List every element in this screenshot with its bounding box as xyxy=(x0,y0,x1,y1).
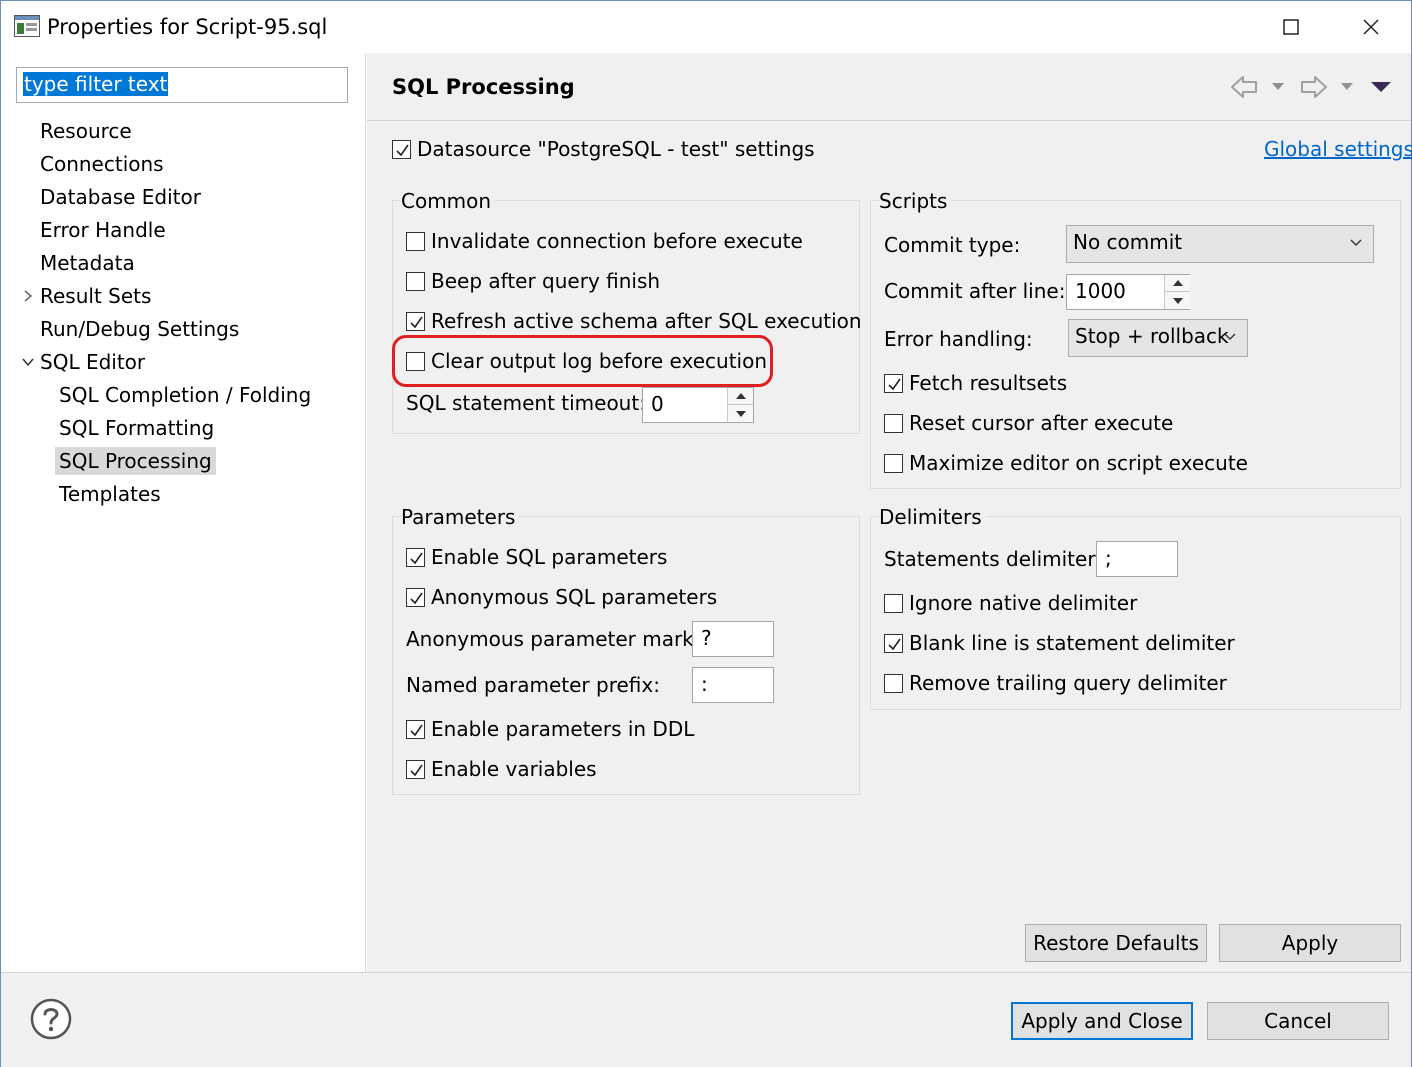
global-settings-link[interactable]: Global settings xyxy=(1264,137,1412,161)
enable-sql-params-checkbox[interactable] xyxy=(406,548,425,567)
stmt-delimiter-input[interactable]: ; xyxy=(1096,541,1178,577)
commit-after-label: Commit after line: xyxy=(884,279,1066,303)
close-icon xyxy=(1363,19,1379,35)
chevron-down-icon xyxy=(1349,232,1363,257)
preferences-tree-pane: type filter text Resource Connections Da… xyxy=(1,53,366,972)
close-button[interactable] xyxy=(1331,1,1411,53)
page-header: SQL Processing xyxy=(367,53,1411,121)
delimiters-group-title: Delimiters xyxy=(879,505,986,529)
maximize-icon xyxy=(1283,19,1299,35)
datasource-settings-checkbox[interactable] xyxy=(392,140,411,159)
preference-page: SQL Processing Datasource "PostgreSQL - … xyxy=(367,53,1412,972)
tree-item-templates[interactable]: Templates xyxy=(59,478,161,510)
clear-log-checkbox[interactable] xyxy=(406,352,425,371)
remove-trailing-delimiter-checkbox[interactable] xyxy=(884,674,903,693)
filter-text: type filter text xyxy=(23,72,169,96)
stmt-delimiter-label: Statements delimiter: xyxy=(884,547,1102,571)
properties-dialog: Properties for Script-95.sql type filter… xyxy=(0,0,1412,1067)
error-handling-select[interactable]: Stop + rollback xyxy=(1068,319,1248,357)
clear-log-label: Clear output log before execution xyxy=(431,349,768,373)
app-icon xyxy=(14,15,40,37)
apply-and-close-button[interactable]: Apply and Close xyxy=(1011,1002,1193,1040)
spinner-up-icon[interactable] xyxy=(728,388,753,405)
restore-defaults-button[interactable]: Restore Defaults xyxy=(1025,924,1207,962)
tree-item-connections[interactable]: Connections xyxy=(40,148,164,180)
enable-ddl-params-checkbox[interactable] xyxy=(406,720,425,739)
title-bar: Properties for Script-95.sql xyxy=(1,1,1411,53)
spinner-down-icon[interactable] xyxy=(1165,292,1190,309)
remove-trailing-delimiter-label: Remove trailing query delimiter xyxy=(909,671,1227,695)
chevron-down-icon[interactable] xyxy=(21,346,35,378)
blank-line-delimiter-checkbox[interactable] xyxy=(884,634,903,653)
chevron-right-icon[interactable] xyxy=(21,280,35,312)
tree-item-sql-completion[interactable]: SQL Completion / Folding xyxy=(59,379,311,411)
anonymous-params-label: Anonymous SQL parameters xyxy=(431,585,718,609)
timeout-spinner[interactable] xyxy=(727,388,753,422)
reset-cursor-checkbox[interactable] xyxy=(884,414,903,433)
chevron-down-icon xyxy=(1223,326,1237,351)
commit-after-spinner[interactable] xyxy=(1164,275,1190,309)
enable-variables-label: Enable variables xyxy=(431,757,597,781)
dialog-button-bar: Apply and Close Cancel xyxy=(1,972,1411,1067)
refresh-schema-label: Refresh active schema after SQL executio… xyxy=(431,309,862,333)
back-dropdown-icon[interactable] xyxy=(1272,73,1284,101)
invalidate-connection-checkbox[interactable] xyxy=(406,232,425,251)
page-title: SQL Processing xyxy=(392,75,575,99)
blank-line-delimiter-label: Blank line is statement delimiter xyxy=(909,631,1235,655)
anon-mark-input[interactable]: ? xyxy=(692,621,774,657)
filter-input[interactable]: type filter text xyxy=(16,67,348,103)
ignore-native-delimiter-checkbox[interactable] xyxy=(884,594,903,613)
apply-button[interactable]: Apply xyxy=(1219,924,1401,962)
parameters-group-title: Parameters xyxy=(401,505,520,529)
datasource-settings-label: Datasource "PostgreSQL - test" settings xyxy=(417,137,815,161)
anonymous-params-checkbox[interactable] xyxy=(406,588,425,607)
window-title: Properties for Script-95.sql xyxy=(47,15,328,39)
tree-item-sql-processing[interactable]: SQL Processing xyxy=(55,445,216,477)
invalidate-connection-label: Invalidate connection before execute xyxy=(431,229,803,253)
spinner-down-icon[interactable] xyxy=(728,405,753,422)
tree-item-sql-editor[interactable]: SQL Editor xyxy=(40,346,145,378)
refresh-schema-checkbox[interactable] xyxy=(406,312,425,331)
tree-item-result-sets[interactable]: Result Sets xyxy=(40,280,151,312)
fetch-resultsets-checkbox[interactable] xyxy=(884,374,903,393)
beep-checkbox[interactable] xyxy=(406,272,425,291)
spinner-up-icon[interactable] xyxy=(1165,275,1190,292)
ignore-native-delimiter-label: Ignore native delimiter xyxy=(909,591,1138,615)
anon-mark-label: Anonymous parameter mark: xyxy=(406,627,701,651)
tree-item-resource[interactable]: Resource xyxy=(40,115,132,147)
maximize-button[interactable] xyxy=(1251,1,1331,53)
timeout-label: SQL statement timeout: xyxy=(406,391,646,415)
enable-ddl-params-label: Enable parameters in DDL xyxy=(431,717,695,741)
maximize-editor-label: Maximize editor on script execute xyxy=(909,451,1248,475)
beep-label: Beep after query finish xyxy=(431,269,661,293)
tree-item-run-debug-settings[interactable]: Run/Debug Settings xyxy=(40,313,239,345)
commit-type-label: Commit type: xyxy=(884,233,1021,257)
scripts-group-title: Scripts xyxy=(879,189,952,213)
cancel-button[interactable]: Cancel xyxy=(1207,1002,1389,1040)
tree-item-sql-formatting[interactable]: SQL Formatting xyxy=(59,412,214,444)
named-prefix-input[interactable]: : xyxy=(692,667,774,703)
view-menu-icon[interactable] xyxy=(1371,73,1391,101)
reset-cursor-label: Reset cursor after execute xyxy=(909,411,1174,435)
back-arrow-icon[interactable] xyxy=(1229,73,1259,101)
maximize-editor-checkbox[interactable] xyxy=(884,454,903,473)
named-prefix-label: Named parameter prefix: xyxy=(406,673,660,697)
enable-sql-params-label: Enable SQL parameters xyxy=(431,545,668,569)
forward-dropdown-icon[interactable] xyxy=(1341,73,1353,101)
tree-item-metadata[interactable]: Metadata xyxy=(40,247,135,279)
forward-arrow-icon[interactable] xyxy=(1299,73,1329,101)
help-icon[interactable] xyxy=(30,998,72,1045)
fetch-resultsets-label: Fetch resultsets xyxy=(909,371,1068,395)
commit-type-select[interactable]: No commit xyxy=(1066,225,1374,263)
error-handling-label: Error handling: xyxy=(884,327,1033,351)
enable-variables-checkbox[interactable] xyxy=(406,760,425,779)
tree-item-error-handle[interactable]: Error Handle xyxy=(40,214,166,246)
tree-item-database-editor[interactable]: Database Editor xyxy=(40,181,201,213)
common-group-title: Common xyxy=(401,189,496,213)
